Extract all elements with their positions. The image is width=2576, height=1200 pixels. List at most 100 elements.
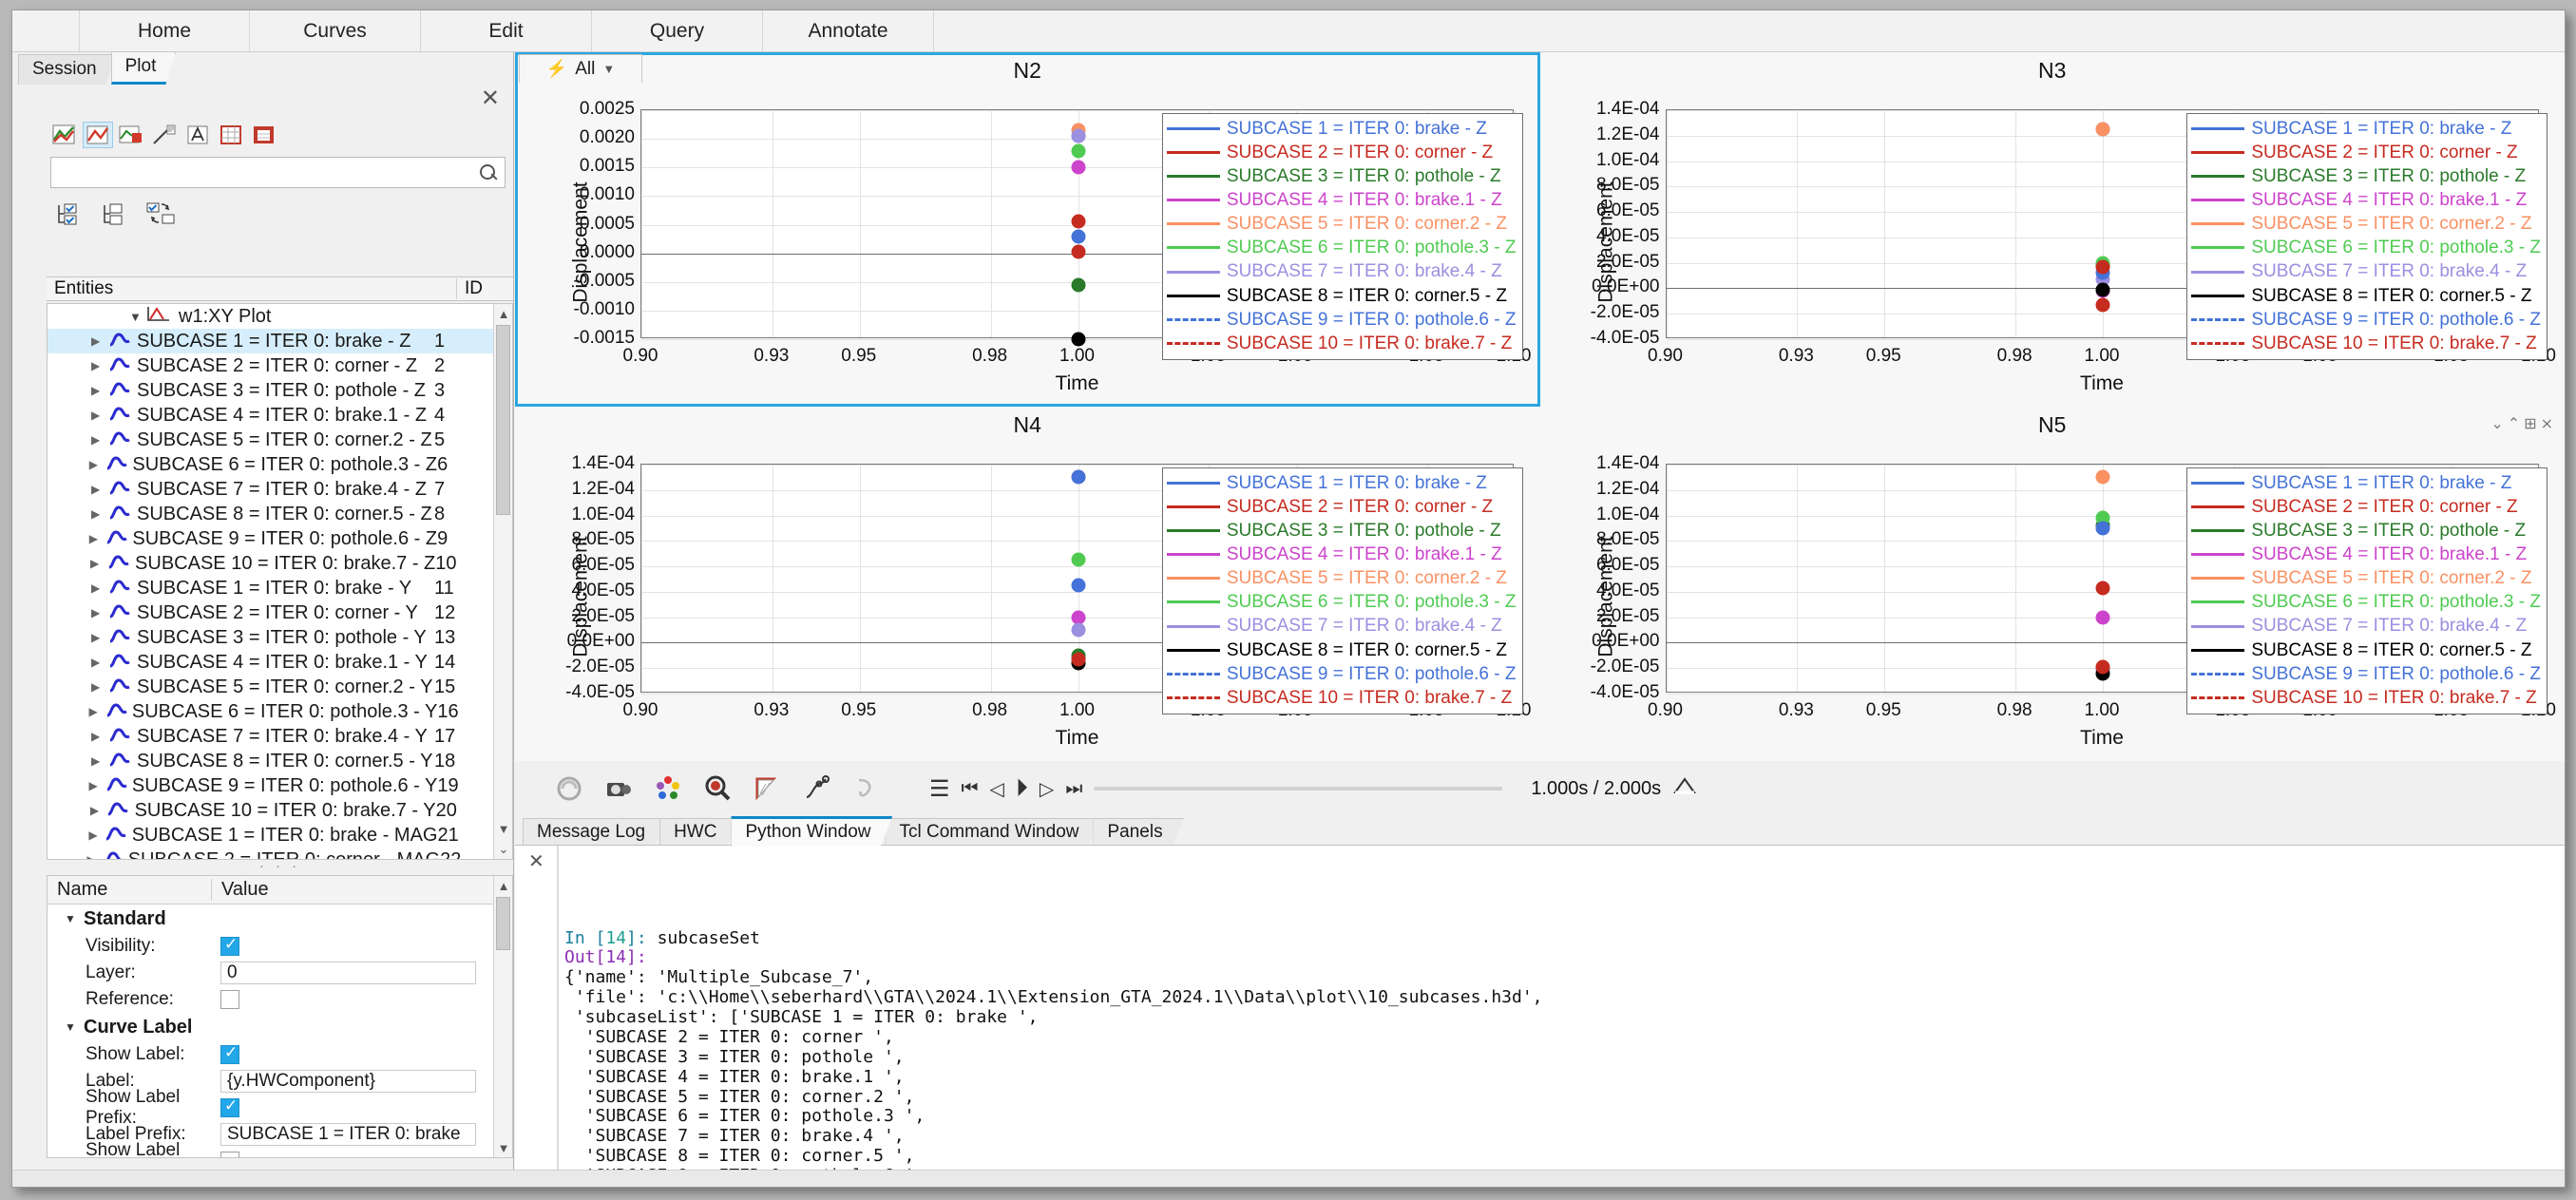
- legend-entry[interactable]: SUBCASE 8 = ITER 0: corner.5 - Z: [2191, 284, 2541, 308]
- property-text-field[interactable]: 0: [220, 962, 476, 984]
- ribbon-tab-query[interactable]: Query: [592, 10, 763, 51]
- property-text-field[interactable]: SUBCASE 1 = ITER 0: brake: [220, 1123, 476, 1146]
- tree-row[interactable]: ▶SUBCASE 2 = ITER 0: corner - Z2: [48, 353, 493, 378]
- tree-row[interactable]: ▶SUBCASE 6 = ITER 0: pothole.3 - Y16: [48, 699, 493, 724]
- spreadsheet-icon[interactable]: [250, 123, 278, 147]
- data-point[interactable]: [1071, 277, 1085, 292]
- data-point[interactable]: [2096, 521, 2110, 535]
- expand-arrow-icon[interactable]: ▶: [91, 656, 108, 669]
- property-group[interactable]: ▼Curve Label: [48, 1013, 493, 1041]
- data-point[interactable]: [1071, 215, 1085, 229]
- legend-entry[interactable]: SUBCASE 7 = ITER 0: brake.4 - Z: [2191, 614, 2541, 638]
- contour-icon[interactable]: [751, 772, 783, 805]
- legend-entry[interactable]: SUBCASE 6 = ITER 0: pothole.3 - Z: [2191, 236, 2541, 259]
- legend-entry[interactable]: SUBCASE 3 = ITER 0: pothole - Z: [2191, 519, 2541, 543]
- data-point[interactable]: [2096, 297, 2110, 312]
- tree-row[interactable]: ▶SUBCASE 10 = ITER 0: brake.7 - Y20: [48, 798, 493, 823]
- legend-entry[interactable]: SUBCASE 4 = ITER 0: brake.1 - Z: [1167, 188, 1517, 212]
- legend-entry[interactable]: SUBCASE 3 = ITER 0: pothole - Z: [2191, 164, 2541, 188]
- tree-row[interactable]: ▶SUBCASE 5 = ITER 0: corner.2 - Y15: [48, 675, 493, 699]
- property-scrollbar[interactable]: ▲ ▼: [493, 876, 512, 1157]
- legend-entry[interactable]: SUBCASE 2 = ITER 0: corner - Z: [1167, 141, 1517, 164]
- data-point[interactable]: [1071, 579, 1085, 593]
- legend-entry[interactable]: SUBCASE 9 = ITER 0: pothole.6 - Z: [2191, 308, 2541, 332]
- legend-entry[interactable]: SUBCASE 10 = ITER 0: brake.7 - Z: [1167, 686, 1517, 710]
- tree-row[interactable]: ▶SUBCASE 7 = ITER 0: brake.4 - Y17: [48, 724, 493, 749]
- create-plot-icon[interactable]: [50, 123, 79, 147]
- list-icon[interactable]: ☰: [929, 775, 950, 803]
- legend-entry[interactable]: SUBCASE 9 = ITER 0: pothole.6 - Z: [1167, 662, 1517, 686]
- ribbon-tab-edit[interactable]: Edit: [421, 10, 592, 51]
- property-group[interactable]: ▼Standard: [48, 905, 493, 933]
- data-point[interactable]: [2096, 610, 2110, 624]
- python-console[interactable]: ✕ In [14]: subcaseSetOut[14]:{'name': 'M…: [515, 845, 2565, 1170]
- tree-row[interactable]: ▶SUBCASE 9 = ITER 0: pothole.6 - Y19: [48, 773, 493, 798]
- expand-arrow-icon[interactable]: ▶: [89, 779, 105, 792]
- scroll-up-icon[interactable]: ▲: [494, 304, 513, 323]
- legend-entry[interactable]: SUBCASE 1 = ITER 0: brake - Z: [2191, 117, 2541, 141]
- tree-row[interactable]: ▶SUBCASE 3 = ITER 0: pothole - Z3: [48, 378, 493, 403]
- close-icon[interactable]: ✕: [528, 851, 544, 873]
- bottom-tab-tcl-command-window[interactable]: Tcl Command Window: [885, 818, 1100, 847]
- tree-row[interactable]: ▶SUBCASE 10 = ITER 0: brake.7 - Z10: [48, 551, 493, 576]
- legend-entry[interactable]: SUBCASE 7 = ITER 0: brake.4 - Z: [1167, 259, 1517, 283]
- property-checkbox[interactable]: [220, 1098, 239, 1117]
- data-point[interactable]: [2096, 659, 2110, 674]
- datum-line-icon[interactable]: [150, 123, 179, 147]
- tree-row[interactable]: ▶SUBCASE 8 = ITER 0: corner.5 - Y18: [48, 749, 493, 773]
- chart-cell-n4[interactable]: N4Displacement1.4E-041.2E-041.0E-048.0E-…: [515, 407, 1540, 761]
- collapse-triangle-icon[interactable]: ▼: [65, 1020, 84, 1034]
- bottom-tab-panels[interactable]: Panels: [1093, 818, 1184, 847]
- tree-row[interactable]: ▶SUBCASE 6 = ITER 0: pothole.3 - Z6: [48, 452, 493, 477]
- vector-icon[interactable]: [800, 772, 832, 805]
- bottom-tab-hwc[interactable]: HWC: [659, 818, 738, 847]
- magnifier-icon[interactable]: [701, 772, 734, 805]
- expand-triangle-icon[interactable]: ▼: [129, 310, 146, 324]
- expand-arrow-icon[interactable]: ▶: [91, 384, 108, 397]
- expand-arrow-icon[interactable]: ▶: [91, 433, 108, 447]
- legend-entry[interactable]: SUBCASE 2 = ITER 0: corner - Z: [1167, 495, 1517, 519]
- tree-row[interactable]: ▶SUBCASE 1 = ITER 0: brake - MAG21: [48, 823, 493, 848]
- close-icon[interactable]: ✕: [481, 87, 500, 110]
- legend-entry[interactable]: SUBCASE 9 = ITER 0: pothole.6 - Z: [2191, 662, 2541, 686]
- expand-arrow-icon[interactable]: ▶: [91, 754, 108, 768]
- legend-entry[interactable]: SUBCASE 10 = ITER 0: brake.7 - Z: [2191, 332, 2541, 355]
- property-text-field[interactable]: {y.HWComponent}: [220, 1070, 476, 1093]
- splitter-handle[interactable]: · · ·: [47, 862, 513, 875]
- data-point[interactable]: [1071, 161, 1085, 175]
- tree-scrollbar-thumb[interactable]: [496, 325, 510, 515]
- expand-arrow-icon[interactable]: ▶: [91, 334, 108, 348]
- data-point[interactable]: [1071, 129, 1085, 143]
- data-point[interactable]: [1071, 652, 1085, 666]
- property-checkbox[interactable]: [220, 990, 239, 1009]
- expand-arrow-icon[interactable]: ▶: [91, 409, 108, 422]
- tree-row[interactable]: ▶SUBCASE 4 = ITER 0: brake.1 - Y14: [48, 650, 493, 675]
- tree-row[interactable]: ▶SUBCASE 3 = ITER 0: pothole - Y13: [48, 625, 493, 650]
- animation-settings-icon[interactable]: [1672, 773, 1697, 804]
- check-all-icon[interactable]: [54, 201, 86, 226]
- chart-cell-n3[interactable]: N3Displacement1.4E-041.2E-041.0E-048.0E-…: [1540, 52, 2566, 407]
- expand-arrow-icon[interactable]: ▶: [91, 483, 108, 496]
- skip-first-icon[interactable]: ⏮: [962, 778, 979, 800]
- legend-entry[interactable]: SUBCASE 7 = ITER 0: brake.4 - Z: [1167, 614, 1517, 638]
- ribbon-tab-home[interactable]: Home: [79, 10, 250, 51]
- data-point[interactable]: [1071, 229, 1085, 243]
- legend-entry[interactable]: SUBCASE 5 = ITER 0: corner.2 - Z: [2191, 566, 2541, 590]
- chart-cell-n5[interactable]: ⌄⌃⊞⨯N5Displacement1.4E-041.2E-041.0E-048…: [1540, 407, 2566, 761]
- expand-arrow-icon[interactable]: ▶: [86, 853, 102, 860]
- tree-row[interactable]: ▶SUBCASE 1 = ITER 0: brake - Z1: [48, 329, 493, 353]
- legend-entry[interactable]: SUBCASE 1 = ITER 0: brake - Z: [1167, 471, 1517, 495]
- legend-entry[interactable]: SUBCASE 10 = ITER 0: brake.7 - Z: [2191, 686, 2541, 710]
- property-scrollbar-thumb[interactable]: [496, 897, 510, 950]
- tree-row[interactable]: ▶SUBCASE 4 = ITER 0: brake.1 - Z4: [48, 403, 493, 428]
- data-point[interactable]: [1071, 144, 1085, 159]
- property-checkbox[interactable]: [220, 1045, 239, 1064]
- data-point[interactable]: [1071, 245, 1085, 259]
- chart-cell-n2[interactable]: ⚡All▼N2Displacement0.00250.00200.00150.0…: [515, 52, 1540, 407]
- legend-entry[interactable]: SUBCASE 7 = ITER 0: brake.4 - Z: [2191, 259, 2541, 283]
- camera-icon[interactable]: [602, 772, 635, 805]
- prop-scroll-up-icon[interactable]: ▲: [494, 876, 513, 895]
- expand-arrow-icon[interactable]: ▶: [91, 730, 108, 743]
- expand-arrow-icon[interactable]: ▶: [91, 631, 108, 644]
- add-page-icon[interactable]: [117, 123, 145, 147]
